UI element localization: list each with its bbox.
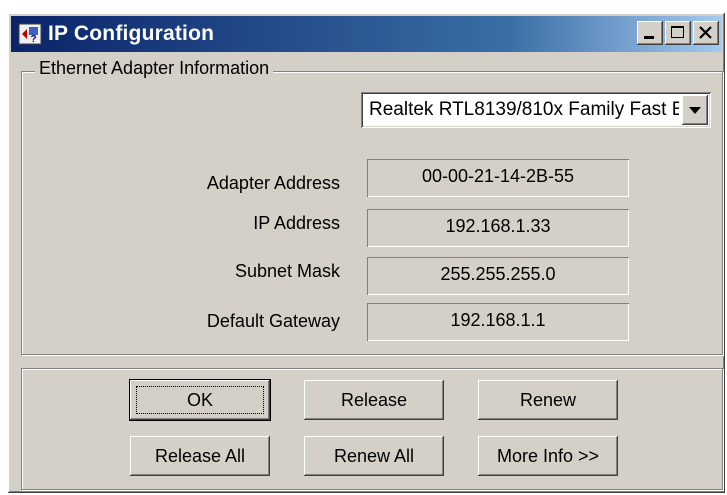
maximize-icon [671, 26, 684, 38]
adapter-dropdown-button[interactable] [682, 95, 708, 125]
release-button-label: Release [340, 389, 408, 410]
release-all-button-label: Release All [154, 445, 246, 466]
subnet-mask-value: 255.255.255.0 [367, 257, 629, 295]
adapter-address-label: Adapter Address [206, 173, 340, 193]
close-button[interactable] [693, 21, 719, 45]
ip-configuration-window: ? IP Configuration Ethernet Adapter Info… [8, 13, 725, 493]
more-info-button[interactable]: More Info >> [478, 436, 618, 476]
svg-text:?: ? [30, 34, 36, 45]
release-button[interactable]: Release [304, 380, 444, 420]
renew-all-button-label: Renew All [333, 445, 415, 466]
default-gateway-label: Default Gateway [206, 311, 340, 331]
ip-address-value: 192.168.1.33 [367, 209, 629, 247]
close-icon [699, 26, 712, 39]
renew-all-button[interactable]: Renew All [304, 436, 444, 476]
adapter-select[interactable]: Realtek RTL8139/810x Family Fast Etherne… [361, 92, 711, 128]
minimize-icon [644, 36, 654, 39]
maximize-button[interactable] [665, 21, 691, 45]
window-title: IP Configuration [48, 22, 215, 45]
subnet-mask-label: Subnet Mask [234, 261, 340, 281]
caption-buttons [637, 21, 719, 45]
release-all-button[interactable]: Release All [130, 436, 270, 476]
more-info-button-label: More Info >> [496, 445, 600, 466]
adapter-select-value: Realtek RTL8139/810x Family Fast Etherne… [369, 99, 679, 120]
default-gateway-value: 192.168.1.1 [367, 303, 629, 341]
ok-button[interactable]: OK [130, 380, 270, 420]
adapter-info-legend: Ethernet Adapter Information [35, 58, 274, 79]
ok-button-label: OK [186, 389, 213, 410]
minimize-button[interactable] [637, 21, 663, 45]
renew-button[interactable]: Renew [478, 380, 618, 420]
adapter-address-value: 00-00-21-14-2B-55 [367, 159, 629, 197]
chevron-down-icon [689, 107, 701, 114]
renew-button-label: Renew [519, 389, 577, 410]
network-config-icon: ? [18, 23, 42, 45]
title-bar[interactable]: ? IP Configuration [11, 16, 722, 52]
ip-address-label: IP Address [253, 213, 340, 233]
